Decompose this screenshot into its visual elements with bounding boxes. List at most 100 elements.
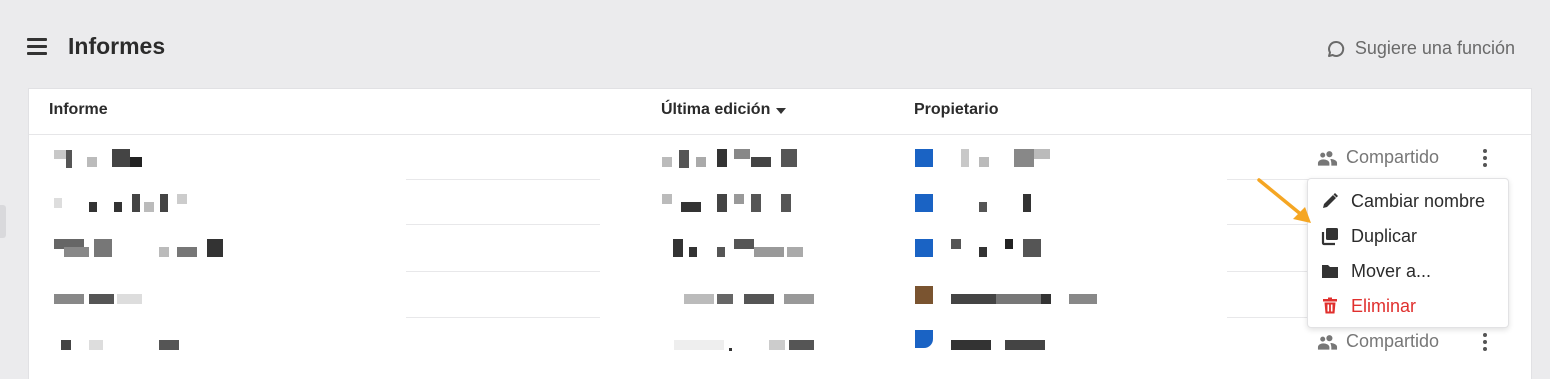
- redacted-report-name: [54, 150, 66, 159]
- redacted-pixel: [1005, 340, 1045, 350]
- redacted-pixel: [132, 194, 140, 212]
- redacted-pixel: [979, 247, 987, 257]
- speech-bubble-icon: [1327, 40, 1345, 57]
- redacted-owner: [951, 239, 961, 249]
- redacted-pixel: [1014, 149, 1034, 167]
- redacted-pixel: [1005, 239, 1013, 249]
- shared-status[interactable]: Compartido: [1317, 331, 1439, 352]
- page-title: Informes: [68, 33, 166, 59]
- column-header-last-edit[interactable]: Última edición: [661, 101, 787, 119]
- row-divider: [406, 317, 600, 318]
- redacted-pixel: [112, 149, 130, 167]
- redacted-pixel: [751, 157, 771, 167]
- owner-avatar: [915, 286, 933, 304]
- redacted-owner: [961, 149, 969, 167]
- redacted-pixel: [160, 194, 168, 212]
- redacted-pixel: [1034, 149, 1050, 159]
- column-header-report[interactable]: Informe: [49, 101, 108, 119]
- owner-avatar: [915, 330, 933, 348]
- trash-icon: [1323, 297, 1337, 314]
- hamburger-menu-icon[interactable]: [27, 38, 47, 56]
- redacted-pixel: [94, 239, 112, 257]
- redacted-pixel: [717, 294, 733, 304]
- redacted-pixel: [979, 157, 989, 167]
- menu-item-delete[interactable]: Eliminar: [1320, 292, 1416, 320]
- table-header: Informe Última edición Propietario: [29, 89, 1531, 135]
- redacted-pixel: [729, 348, 732, 351]
- table-row[interactable]: Compartido: [29, 135, 1531, 181]
- redacted-report-name: [54, 294, 84, 304]
- redacted-pixel: [734, 194, 744, 204]
- redacted-pixel: [781, 194, 791, 212]
- redacted-pixel: [689, 247, 697, 257]
- row-more-options-icon[interactable]: [1478, 331, 1492, 353]
- redacted-pixel: [781, 149, 797, 167]
- people-icon: [1317, 334, 1338, 350]
- redacted-owner: [951, 340, 991, 350]
- menu-item-duplicate[interactable]: Duplicar: [1320, 222, 1417, 250]
- redacted-pixel: [717, 247, 725, 257]
- people-icon: [1317, 150, 1338, 166]
- row-more-options-icon[interactable]: [1478, 147, 1492, 169]
- menu-item-label: Mover a...: [1351, 260, 1432, 281]
- redacted-pixel: [177, 194, 187, 204]
- shared-label: Compartido: [1346, 147, 1440, 167]
- redacted-pixel: [784, 294, 814, 304]
- redacted-pixel: [66, 150, 72, 168]
- redacted-pixel: [751, 194, 761, 212]
- owner-avatar: [915, 194, 933, 212]
- redacted-pixel: [89, 202, 97, 212]
- redacted-pixel: [754, 247, 784, 257]
- redacted-pixel: [159, 340, 179, 350]
- redacted-pixel: [1023, 194, 1031, 212]
- redacted-pixel: [207, 239, 223, 257]
- redacted-pixel: [1041, 294, 1051, 304]
- redacted-pixel: [1069, 294, 1097, 304]
- redacted-pixel: [769, 340, 785, 350]
- table-row[interactable]: Compartido: [29, 317, 1531, 364]
- menu-item-label: Duplicar: [1351, 225, 1418, 246]
- redacted-pixel: [177, 247, 197, 257]
- shared-status[interactable]: Compartido: [1317, 147, 1439, 168]
- table-row[interactable]: [29, 224, 1531, 271]
- row-context-menu: Cambiar nombre Duplicar Mover a... Elimi…: [1307, 178, 1509, 328]
- redacted-pixel: [130, 157, 142, 167]
- redacted-pixel: [734, 149, 750, 159]
- menu-item-rename[interactable]: Cambiar nombre: [1320, 187, 1485, 215]
- redacted-pixel: [117, 294, 142, 304]
- pencil-icon: [1323, 193, 1338, 208]
- annotation-arrow-icon: [1257, 178, 1311, 223]
- redacted-pixel: [89, 294, 114, 304]
- duplicate-icon: [1321, 228, 1338, 246]
- top-bar: Informes Sugiere una función: [0, 0, 1550, 88]
- redacted-owner: [951, 294, 996, 304]
- redacted-pixel: [717, 194, 727, 212]
- redacted-date: [674, 340, 724, 350]
- menu-item-move-to[interactable]: Mover a...: [1320, 257, 1431, 285]
- redacted-pixel: [1023, 239, 1041, 257]
- redacted-date: [673, 239, 683, 257]
- table-row[interactable]: [29, 271, 1531, 318]
- redacted-pixel: [789, 340, 814, 350]
- redacted-date: [662, 157, 672, 167]
- suggest-feature-link[interactable]: Sugiere una función: [1326, 38, 1515, 59]
- redacted-pixel: [679, 150, 689, 168]
- suggest-feature-label: Sugiere una función: [1354, 38, 1515, 58]
- redacted-date: [684, 294, 714, 304]
- row-divider: [406, 271, 600, 272]
- redacted-pixel: [696, 157, 706, 167]
- column-header-owner[interactable]: Propietario: [914, 101, 998, 119]
- redacted-owner: [979, 202, 987, 212]
- redacted-pixel: [681, 202, 701, 212]
- side-panel-handle[interactable]: [0, 205, 6, 238]
- redacted-report-name: [54, 198, 62, 208]
- sort-desc-icon: [776, 108, 787, 114]
- redacted-pixel: [89, 340, 103, 350]
- redacted-pixel: [144, 202, 154, 212]
- redacted-report-name: [61, 340, 71, 350]
- shared-label: Compartido: [1346, 331, 1440, 351]
- menu-item-label: Cambiar nombre: [1351, 190, 1486, 211]
- redacted-pixel: [159, 247, 169, 257]
- menu-item-label: Eliminar: [1351, 295, 1417, 316]
- row-divider: [406, 224, 600, 225]
